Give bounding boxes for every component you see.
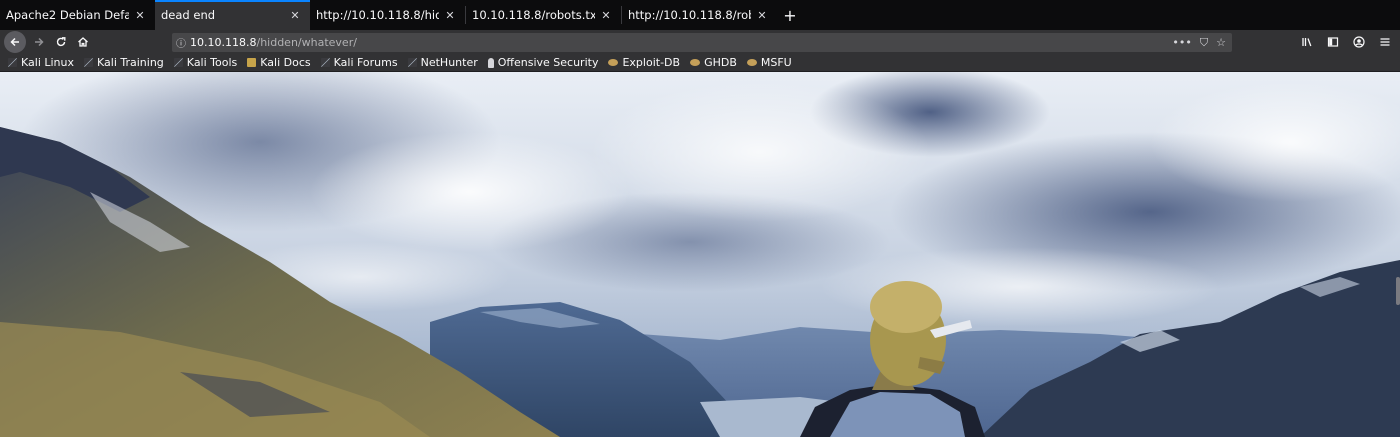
bookmarks-toolbar: Kali Linux Kali Training Kali Tools Kali… bbox=[0, 54, 1400, 72]
tab-label: http://10.10.118.8/hidden/ bbox=[316, 8, 439, 22]
close-icon[interactable]: ✕ bbox=[133, 8, 147, 22]
tab-label: Apache2 Debian Default Page: It works bbox=[6, 8, 129, 22]
bookmark-label: Exploit-DB bbox=[622, 56, 681, 69]
mountain-valley-hiker-photo bbox=[0, 72, 1400, 437]
bookmark-msfu[interactable]: MSFU bbox=[746, 56, 792, 69]
hamburger-menu-icon bbox=[1380, 38, 1390, 46]
info-icon[interactable]: ⓘ bbox=[172, 35, 190, 50]
new-tab-button[interactable]: + bbox=[777, 0, 803, 30]
tab-dead-end[interactable]: dead end ✕ bbox=[155, 0, 310, 30]
bookmark-kali-linux[interactable]: Kali Linux bbox=[8, 56, 74, 69]
bookmark-label: GHDB bbox=[704, 56, 737, 69]
url-actions: ••• ⛉ ☆ bbox=[1172, 36, 1226, 50]
reload-button[interactable] bbox=[50, 31, 72, 53]
library-icon bbox=[1302, 38, 1312, 47]
ghdb-icon bbox=[690, 59, 701, 66]
tab-robots-http[interactable]: http://10.10.118.8/robots.txt ✕ bbox=[622, 0, 777, 30]
library-button[interactable] bbox=[1296, 31, 1318, 53]
toolbar-right bbox=[1296, 31, 1396, 53]
page-actions-icon[interactable]: ••• bbox=[1172, 36, 1191, 50]
tab-label: http://10.10.118.8/robots.txt bbox=[628, 8, 751, 22]
docs-icon bbox=[247, 58, 257, 67]
page-content bbox=[0, 72, 1400, 437]
browser-window: Apache2 Debian Default Page: It works ✕ … bbox=[0, 0, 1400, 437]
pocket-icon[interactable]: ⛉ bbox=[1200, 36, 1208, 50]
menu-button[interactable] bbox=[1374, 31, 1396, 53]
tab-label: dead end bbox=[161, 8, 216, 22]
bookmark-kali-forums[interactable]: Kali Forums bbox=[320, 56, 398, 69]
url-path: /hidden/whatever/ bbox=[256, 36, 357, 49]
account-button[interactable] bbox=[1348, 31, 1370, 53]
bookmark-nethunter[interactable]: NetHunter bbox=[407, 56, 478, 69]
kali-icon bbox=[8, 58, 17, 67]
bookmark-label: Kali Docs bbox=[260, 56, 311, 69]
tab-robots[interactable]: 10.10.118.8/robots.txt ✕ bbox=[466, 0, 621, 30]
home-button[interactable] bbox=[72, 31, 94, 53]
url-bar[interactable]: ⓘ 10.10.118.8/hidden/whatever/ ••• ⛉ ☆ bbox=[172, 33, 1232, 52]
bookmark-label: Kali Linux bbox=[21, 56, 75, 69]
sidebar-icon bbox=[1327, 37, 1339, 47]
kali-icon bbox=[320, 58, 330, 67]
forward-button[interactable] bbox=[28, 31, 50, 53]
back-button[interactable] bbox=[4, 31, 26, 53]
bookmark-label: Kali Forums bbox=[333, 56, 398, 69]
exploit-db-icon bbox=[608, 59, 619, 66]
bookmark-label: NetHunter bbox=[420, 56, 478, 69]
account-icon bbox=[1353, 36, 1365, 48]
sidebar-button[interactable] bbox=[1322, 31, 1344, 53]
bookmark-star-icon[interactable]: ☆ bbox=[1216, 36, 1226, 50]
tab-strip: Apache2 Debian Default Page: It works ✕ … bbox=[0, 0, 1400, 30]
navigation-toolbar: ⓘ 10.10.118.8/hidden/whatever/ ••• ⛉ ☆ bbox=[0, 30, 1400, 54]
url-host: 10.10.118.8 bbox=[190, 36, 257, 49]
kali-icon bbox=[173, 58, 183, 67]
arrow-right-icon bbox=[35, 37, 44, 47]
bookmark-exploit-db[interactable]: Exploit-DB bbox=[608, 56, 680, 69]
bookmark-label: MSFU bbox=[760, 56, 792, 69]
reload-icon bbox=[56, 37, 66, 47]
bookmark-ghdb[interactable]: GHDB bbox=[690, 56, 737, 69]
kali-icon bbox=[407, 58, 417, 67]
home-icon bbox=[78, 37, 88, 47]
arrow-left-icon bbox=[10, 37, 19, 47]
close-icon[interactable]: ✕ bbox=[755, 8, 769, 22]
scrollbar-handle[interactable] bbox=[1396, 277, 1400, 305]
bookmark-label: Kali Training bbox=[97, 56, 164, 69]
bookmark-kali-tools[interactable]: Kali Tools bbox=[173, 56, 238, 69]
tab-label: 10.10.118.8/robots.txt bbox=[472, 8, 595, 22]
bookmark-offensive-security[interactable]: Offensive Security bbox=[487, 56, 599, 69]
tab-hidden[interactable]: http://10.10.118.8/hidden/ ✕ bbox=[310, 0, 465, 30]
offsec-icon bbox=[487, 57, 494, 68]
close-icon[interactable]: ✕ bbox=[599, 8, 613, 22]
bookmark-kali-training[interactable]: Kali Training bbox=[84, 56, 164, 69]
msfu-icon bbox=[746, 59, 757, 66]
bookmark-label: Offensive Security bbox=[497, 56, 599, 69]
plus-icon: + bbox=[783, 5, 797, 25]
bookmark-label: Kali Tools bbox=[186, 56, 238, 69]
close-icon[interactable]: ✕ bbox=[443, 8, 457, 22]
tab-apache-default[interactable]: Apache2 Debian Default Page: It works ✕ bbox=[0, 0, 155, 30]
bookmark-kali-docs[interactable]: Kali Docs bbox=[247, 56, 311, 69]
close-icon[interactable]: ✕ bbox=[288, 8, 302, 22]
kali-icon bbox=[84, 58, 94, 67]
